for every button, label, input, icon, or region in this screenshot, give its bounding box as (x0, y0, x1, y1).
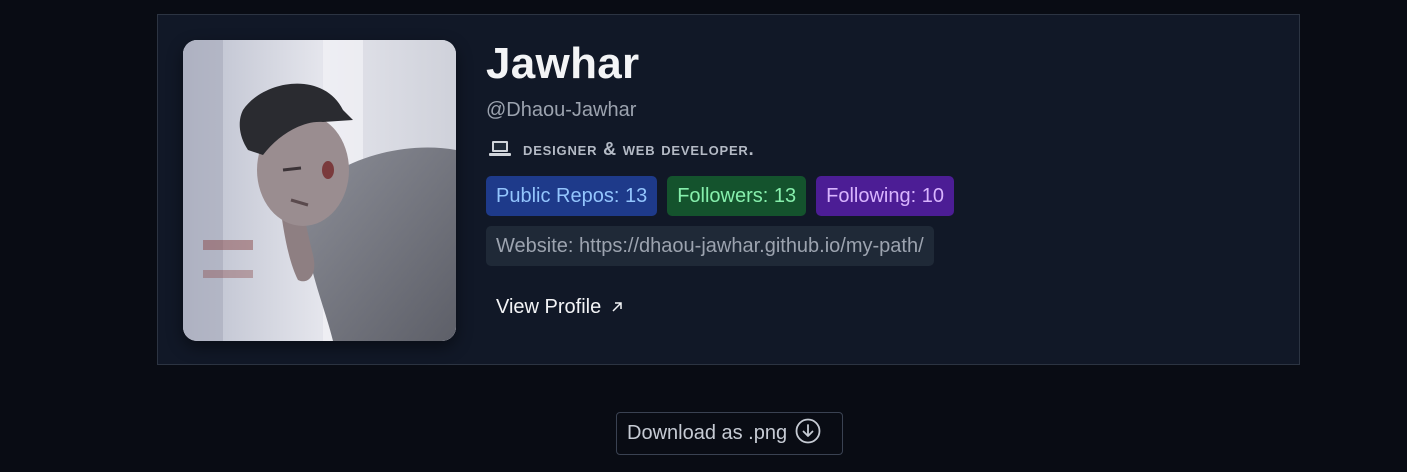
download-circle-icon (795, 418, 821, 450)
avatar-photo (183, 40, 456, 341)
website-badge: Website: https://dhaou-jawhar.github.io/… (486, 226, 934, 266)
profile-card: Jawhar @Dhaou-Jawhar Designer & Web deve… (157, 14, 1300, 365)
download-png-button[interactable]: Download as .png (616, 412, 843, 455)
laptop-icon (489, 140, 511, 158)
external-arrow-icon (611, 296, 623, 319)
website-url[interactable]: https://dhaou-jawhar.github.io/my-path/ (579, 235, 924, 257)
avatar (183, 40, 456, 341)
profile-handle: @Dhaou-Jawhar (486, 99, 637, 121)
download-label: Download as .png (627, 422, 788, 444)
bio-text: Designer & Web developer. (523, 138, 755, 159)
page: Jawhar @Dhaou-Jawhar Designer & Web deve… (0, 0, 1407, 472)
stats-badges: Public Repos: 13 Followers: 13 Following… (486, 176, 1266, 216)
followers-badge: Followers: 13 (667, 176, 807, 216)
public-repos-badge: Public Repos: 13 (486, 176, 658, 216)
profile-name: Jawhar (486, 39, 640, 88)
profile-bio: Designer & Web developer. (486, 135, 1266, 163)
view-profile-link[interactable]: View Profile (496, 296, 623, 319)
view-profile-label: View Profile (496, 296, 602, 318)
website-label: Website: (496, 235, 574, 257)
following-badge: Following: 10 (816, 176, 954, 216)
profile-info: Jawhar @Dhaou-Jawhar Designer & Web deve… (486, 37, 1266, 319)
